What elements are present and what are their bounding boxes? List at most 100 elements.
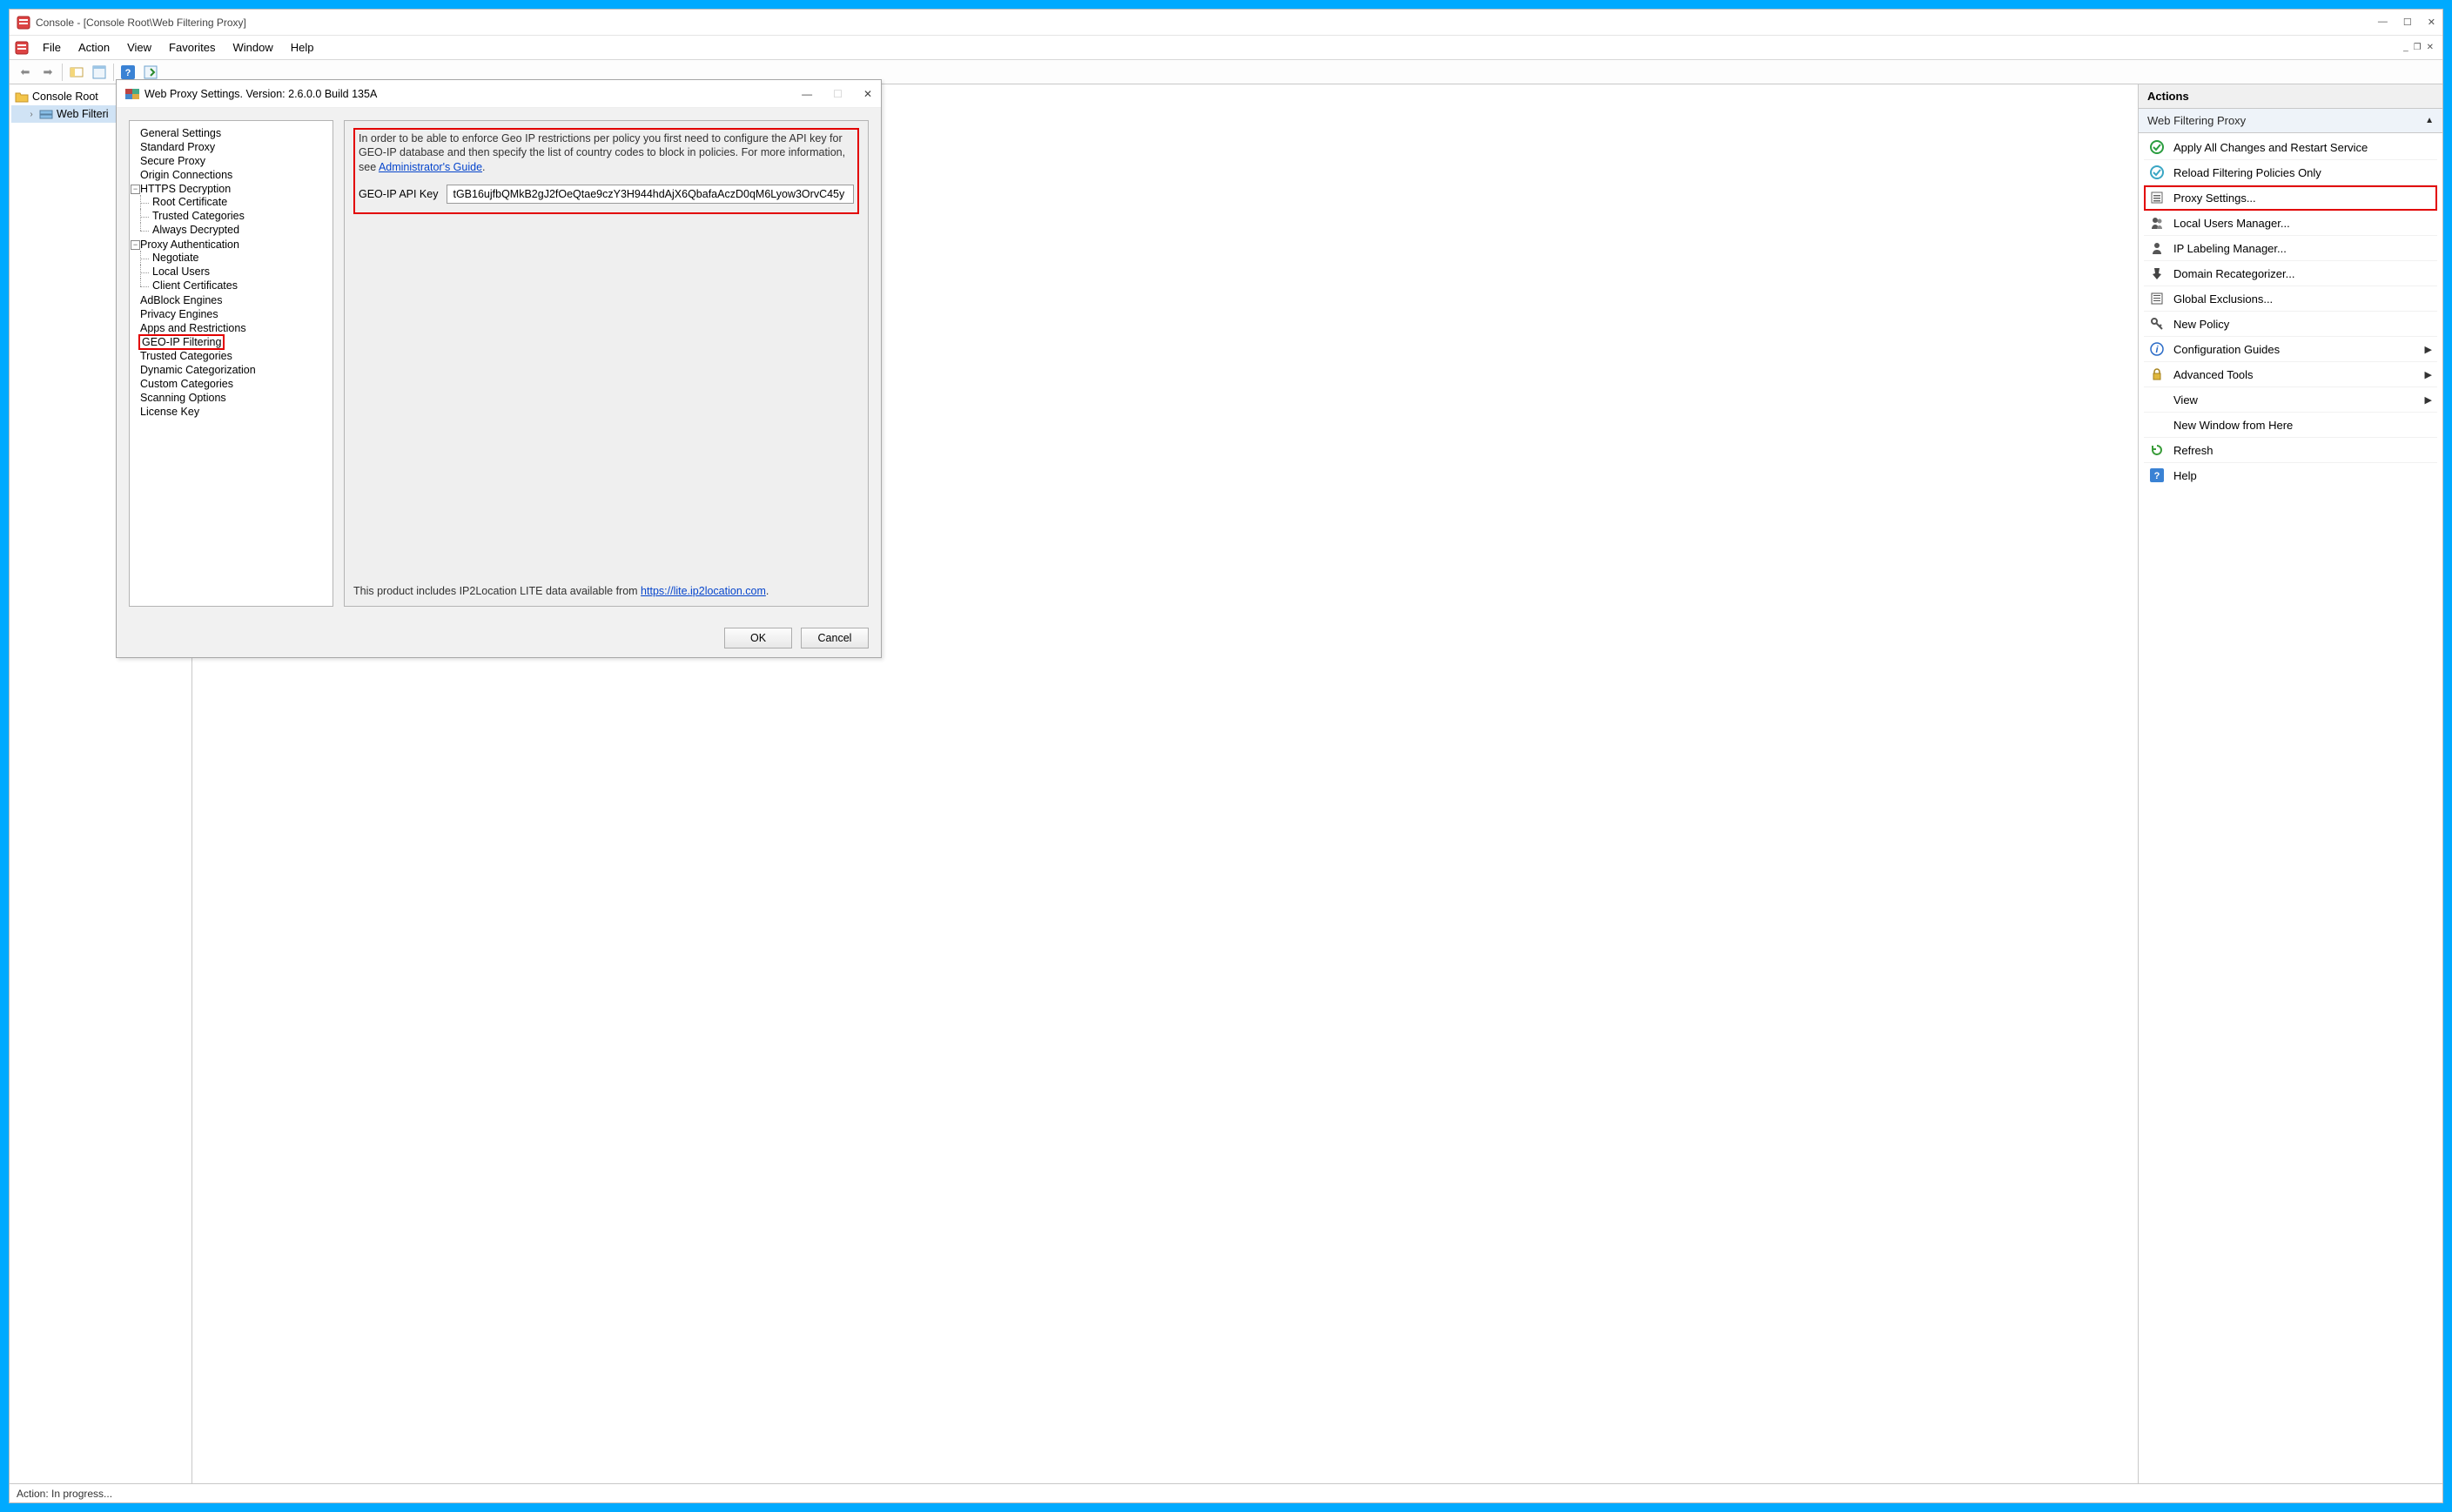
action-view[interactable]: View ▶ [2144,387,2437,413]
menu-help[interactable]: Help [282,37,323,57]
caret-icon: › [27,110,36,119]
tree-item-negotiate[interactable]: Negotiate [140,251,327,265]
menu-file[interactable]: File [34,37,70,57]
tree-item-geoip[interactable]: GEO-IP Filtering [135,335,327,349]
tree-item-root-cert[interactable]: Root Certificate [140,195,327,209]
back-button[interactable]: ⬅ [15,62,36,83]
action-local-users[interactable]: Local Users Manager... [2144,211,2437,236]
api-key-input[interactable] [447,185,854,204]
tree-root-label: Console Root [32,91,98,103]
action-new-window-here[interactable]: New Window from Here [2144,413,2437,438]
tree-item-always-decrypted[interactable]: Always Decrypted [140,223,327,237]
menu-favorites[interactable]: Favorites [160,37,224,57]
tree-item-secure-proxy[interactable]: Secure Proxy [135,154,327,168]
tree-item-privacy[interactable]: Privacy Engines [135,307,327,321]
action-domain-recat[interactable]: Domain Recategorizer... [2144,261,2437,286]
collapse-icon[interactable]: ▲ [2425,116,2434,125]
action-label: Domain Recategorizer... [2173,267,2294,280]
dialog-close[interactable]: ✕ [863,88,872,100]
action-label: Global Exclusions... [2173,292,2273,306]
mdi-restore[interactable]: ❐ [2414,43,2422,52]
ip2location-link[interactable]: https://lite.ip2location.com [641,585,766,597]
actions-group[interactable]: Web Filtering Proxy ▲ [2139,109,2442,133]
action-label: View [2173,393,2198,407]
close-button[interactable]: ✕ [2428,17,2435,28]
menubar: File Action View Favorites Window Help _… [10,36,2442,60]
mdi-close[interactable]: ✕ [2427,43,2434,52]
action-ip-labeling[interactable]: IP Labeling Manager... [2144,236,2437,261]
action-label: IP Labeling Manager... [2173,242,2287,255]
forward-button[interactable]: ➡ [37,62,58,83]
tree-item-general[interactable]: General Settings [135,126,327,140]
chevron-right-icon: ▶ [2425,369,2432,380]
showhide-tree-button[interactable] [66,62,87,83]
tree-item-trusted-categories[interactable]: Trusted Categories [140,209,327,223]
tree-item-local-users[interactable]: Local Users [140,265,327,279]
tree-item-license[interactable]: License Key [135,405,327,419]
dialog-maximize[interactable]: ☐ [833,88,843,100]
tree-item-label: Web Filteri [57,108,109,120]
svg-text:?: ? [125,68,131,78]
action-apply-changes[interactable]: Apply All Changes and Restart Service [2144,135,2437,160]
tree-item-adblock[interactable]: AdBlock Engines [135,293,327,307]
tree-item-client-certs[interactable]: Client Certificates [140,279,327,292]
settings-tree: General Settings Standard Proxy Secure P… [129,120,333,607]
window-title: Console - [Console Root\Web Filtering Pr… [36,17,246,29]
info-text-end: . [482,161,485,173]
geoip-info-box: In order to be able to enforce Geo IP re… [353,128,859,214]
app-icon [17,16,30,30]
refresh-icon [2149,442,2165,458]
users-icon [2149,215,2165,231]
menu-window[interactable]: Window [225,37,282,57]
document-icon [15,41,29,55]
attribution-text: This product includes IP2Location LITE d… [353,585,641,597]
action-label: New Window from Here [2173,419,2293,432]
pin-icon [2149,265,2165,281]
titlebar: Console - [Console Root\Web Filtering Pr… [10,10,2442,36]
mdi-minimize[interactable]: _ [2403,43,2408,52]
action-config-guides[interactable]: i Configuration Guides ▶ [2144,337,2437,362]
lock-icon [2149,366,2165,382]
admin-guide-link[interactable]: Administrator's Guide [379,161,482,173]
menu-view[interactable]: View [118,37,160,57]
tree-item-https-decryption[interactable]: −HTTPS Decryption Root Certificate Trust… [135,182,327,238]
new-window-button[interactable] [89,62,110,83]
dialog-title: Web Proxy Settings. Version: 2.6.0.0 Bui… [144,88,377,100]
action-global-exclusions[interactable]: Global Exclusions... [2144,286,2437,312]
svg-text:?: ? [2154,471,2160,481]
settings-dialog: Web Proxy Settings. Version: 2.6.0.0 Bui… [116,79,882,658]
action-advanced-tools[interactable]: Advanced Tools ▶ [2144,362,2437,387]
settings-content: In order to be able to enforce Geo IP re… [344,120,869,607]
ok-button[interactable]: OK [724,628,792,648]
attribution-end: . [766,585,769,597]
action-label: Help [2173,469,2197,482]
action-proxy-settings[interactable]: Proxy Settings... [2144,185,2437,211]
api-key-label: GEO-IP API Key [359,188,438,200]
action-new-policy[interactable]: New Policy [2144,312,2437,337]
tree-item-origin-connections[interactable]: Origin Connections [135,168,327,182]
info-icon: i [2149,341,2165,357]
action-help[interactable]: ? Help [2144,463,2437,487]
blank-icon [2149,392,2165,407]
cancel-button[interactable]: Cancel [801,628,869,648]
tree-item-apps-restrictions[interactable]: Apps and Restrictions [135,321,327,335]
tree-item-scan-options[interactable]: Scanning Options [135,391,327,405]
minimize-button[interactable]: — [2378,17,2388,28]
menu-action[interactable]: Action [70,37,118,57]
action-label: Refresh [2173,444,2214,457]
tree-item-custom-cat[interactable]: Custom Categories [135,377,327,391]
action-reload-policies[interactable]: Reload Filtering Policies Only [2144,160,2437,185]
tree-item-trusted-categories-2[interactable]: Trusted Categories [135,349,327,363]
key-icon [2149,316,2165,332]
maximize-button[interactable]: ☐ [2403,17,2412,28]
actions-header: Actions [2139,84,2442,109]
reload-icon [2149,165,2165,180]
status-text: Action: In progress... [17,1488,112,1500]
action-refresh[interactable]: Refresh [2144,438,2437,463]
actions-group-label: Web Filtering Proxy [2147,114,2246,127]
action-label: Local Users Manager... [2173,217,2290,230]
tree-item-standard-proxy[interactable]: Standard Proxy [135,140,327,154]
dialog-minimize[interactable]: — [802,88,812,100]
tree-item-proxy-auth[interactable]: −Proxy Authentication Negotiate Local Us… [135,238,327,293]
tree-item-dynamic-cat[interactable]: Dynamic Categorization [135,363,327,377]
